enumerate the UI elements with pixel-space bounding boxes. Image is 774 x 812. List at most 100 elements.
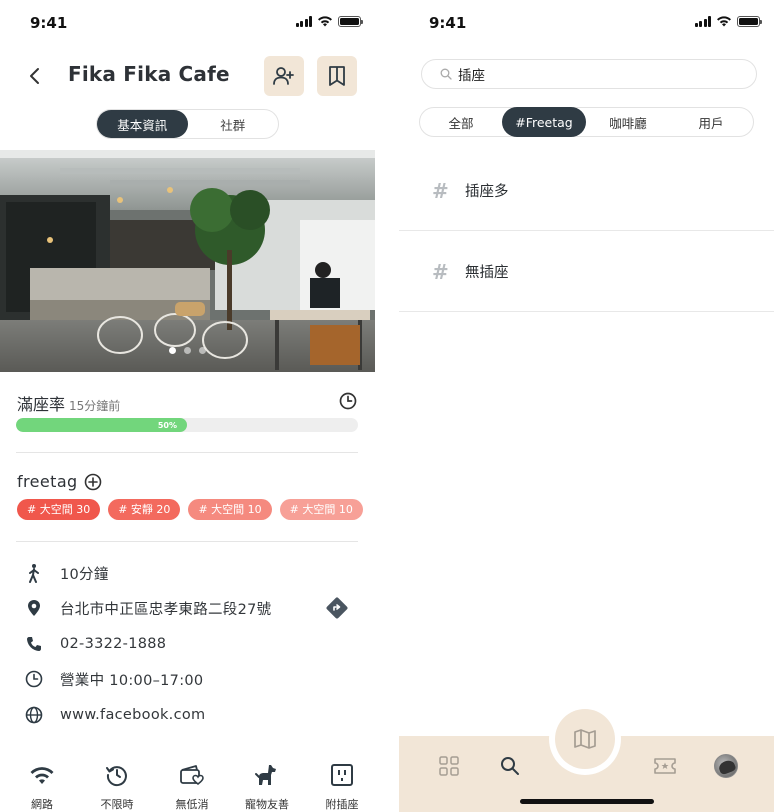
- amenity-label: 無低消: [175, 798, 209, 811]
- filter-user[interactable]: 用戶: [670, 107, 752, 137]
- info-phone: 02-3322-1888: [0, 629, 375, 659]
- map-icon: [574, 729, 596, 749]
- freetag-list: # 大空間 30 # 安靜 20 # 大空間 10 # 大空間 10: [17, 499, 363, 520]
- signal-icon: [694, 15, 711, 27]
- divider: [16, 452, 358, 453]
- hashtag-icon: #: [432, 259, 449, 284]
- amenity-no-minimum: 無低消: [159, 760, 225, 812]
- amenity-pet-friendly: 寵物友善: [234, 760, 300, 812]
- hours-text: 營業中 10:00–17:00: [60, 672, 204, 689]
- power-socket-icon: [330, 760, 354, 790]
- bookmark-icon: [329, 66, 345, 86]
- status-time: 9:41: [30, 14, 68, 32]
- freetag-chip[interactable]: # 大空間 10: [279, 499, 363, 520]
- address-text[interactable]: 台北市中正區忠孝東路二段27號: [60, 598, 271, 619]
- clock-icon: [24, 669, 44, 689]
- amenity-label: 附插座: [325, 798, 359, 811]
- search-query: 插座: [458, 68, 485, 84]
- tab-community[interactable]: 社群: [188, 110, 279, 138]
- tab-tickets[interactable]: [653, 754, 677, 778]
- amenity-label: 網路: [31, 798, 53, 811]
- avatar: [714, 754, 738, 778]
- search-result-row[interactable]: # 無插座: [399, 232, 774, 312]
- search-icon: [501, 757, 519, 775]
- status-time: 9:41: [429, 14, 467, 32]
- status-bar: 9:41: [399, 0, 774, 44]
- bookmark-button[interactable]: [317, 56, 357, 96]
- phone-text[interactable]: 02-3322-1888: [60, 636, 166, 652]
- cafe-photo-carousel[interactable]: [0, 150, 375, 372]
- cafe-photo: [0, 150, 375, 372]
- carousel-dot[interactable]: [169, 347, 176, 354]
- location-pin-icon: [24, 598, 44, 618]
- hashtag-icon: #: [432, 178, 449, 203]
- amenity-label: 不限時: [100, 798, 134, 811]
- wifi-status-icon: [318, 16, 332, 27]
- search-result-row[interactable]: # 插座多: [399, 151, 774, 231]
- amenity-wifi: 網路: [9, 760, 75, 812]
- chevron-left-icon: [30, 68, 39, 84]
- amenity-no-time-limit: 不限時: [84, 760, 150, 812]
- search-icon: [440, 68, 452, 80]
- occupancy-updated: 15分鐘前: [69, 399, 121, 413]
- cafe-detail-screen: 9:41 Fika Fika Cafe 基本資訊 社群 滿座率 15分鐘前 50…: [0, 0, 375, 812]
- globe-icon: [24, 705, 44, 725]
- occupancy-label: 滿座率: [17, 395, 66, 414]
- walk-time-text: 10分鐘: [60, 566, 109, 583]
- wallet-heart-icon: [179, 760, 205, 790]
- carousel-dots: [0, 347, 375, 354]
- freetag-label: freetag: [17, 472, 78, 491]
- search-filter-tabs: 全部 #Freetag 咖啡廳 用戶: [419, 107, 754, 137]
- tab-profile[interactable]: [714, 754, 738, 778]
- filter-freetag[interactable]: #Freetag: [502, 107, 586, 137]
- wifi-icon: [29, 760, 55, 790]
- history-icon: [105, 760, 129, 790]
- carousel-dot[interactable]: [199, 347, 206, 354]
- phone-icon: [24, 634, 44, 654]
- battery-icon: [338, 15, 363, 27]
- freetag-chip[interactable]: # 安靜 20: [108, 499, 181, 520]
- add-friend-button[interactable]: [264, 56, 304, 96]
- user-plus-icon: [273, 67, 294, 85]
- detail-tabs: 基本資訊 社群: [96, 109, 279, 139]
- map-button-inner: [555, 709, 615, 769]
- divider: [16, 541, 358, 542]
- tab-basic-info[interactable]: 基本資訊: [97, 110, 188, 138]
- page-title: Fika Fika Cafe: [68, 62, 230, 86]
- occupancy-heading: 滿座率 15分鐘前: [17, 391, 120, 415]
- website-link[interactable]: www.facebook.com: [60, 707, 205, 723]
- back-button[interactable]: [22, 62, 46, 90]
- search-result-label: 無插座: [465, 265, 509, 281]
- wifi-status-icon: [717, 16, 731, 27]
- tab-search[interactable]: [498, 754, 522, 778]
- search-input[interactable]: 插座: [421, 59, 757, 89]
- map-button[interactable]: [549, 703, 621, 775]
- battery-icon: [737, 15, 762, 27]
- amenity-power-socket: 附插座: [309, 760, 375, 812]
- freetag-chip[interactable]: # 大空間 10: [188, 499, 272, 520]
- status-bar: 9:41: [0, 0, 375, 44]
- amenity-label: 寵物友善: [245, 798, 289, 811]
- filter-all[interactable]: 全部: [420, 107, 502, 137]
- ticket-icon: [654, 758, 676, 774]
- search-result-label: 插座多: [465, 184, 509, 200]
- status-icons: [295, 15, 363, 27]
- info-address: 台北市中正區忠孝東路二段27號: [0, 593, 375, 623]
- home-indicator: [520, 799, 654, 804]
- amenity-list: 網路 不限時 無低消 寵物友善 附插座: [0, 760, 375, 812]
- occupancy-progress-bar: 50%: [16, 418, 358, 432]
- directions-button[interactable]: [325, 596, 349, 620]
- freetag-chip[interactable]: # 大空間 30: [17, 499, 101, 520]
- status-icons: [694, 15, 762, 27]
- directions-icon: [326, 597, 348, 619]
- tab-home[interactable]: [437, 754, 461, 778]
- dog-icon: [254, 760, 280, 790]
- info-walk-time: 10分鐘: [0, 558, 375, 588]
- filter-cafe[interactable]: 咖啡廳: [586, 107, 670, 137]
- add-freetag-icon[interactable]: [84, 473, 102, 491]
- occupancy-percent: 50%: [157, 420, 177, 430]
- freetag-heading: freetag: [17, 472, 102, 491]
- carousel-dot[interactable]: [184, 347, 191, 354]
- signal-icon: [295, 15, 312, 27]
- occupancy-history-button[interactable]: [339, 392, 357, 414]
